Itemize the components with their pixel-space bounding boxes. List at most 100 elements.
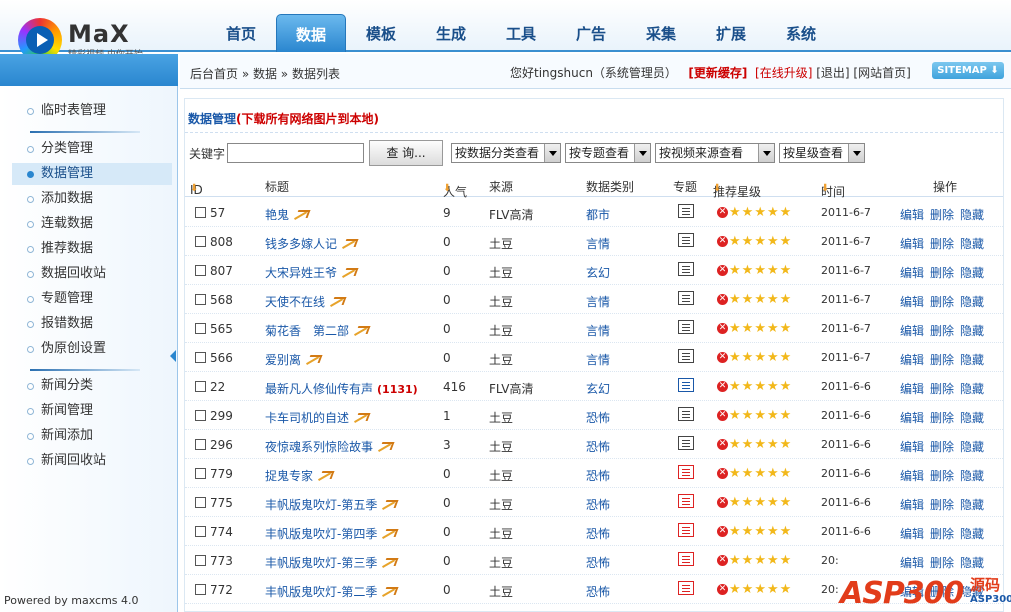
clear-stars-icon[interactable]: ✕: [717, 526, 728, 537]
row-category[interactable]: 言情: [586, 293, 610, 310]
clear-stars-icon[interactable]: ✕: [717, 323, 728, 334]
star-icon[interactable]: ★: [754, 235, 766, 248]
delete-link[interactable]: 删除: [930, 498, 954, 512]
star-icon[interactable]: ★: [780, 409, 792, 422]
star-icon[interactable]: ★: [742, 438, 754, 451]
delete-link[interactable]: 删除: [930, 527, 954, 541]
star-icon[interactable]: ★: [742, 409, 754, 422]
nav-tab-0[interactable]: 首页: [206, 14, 276, 52]
clear-stars-icon[interactable]: ✕: [717, 236, 728, 247]
sidebar-item[interactable]: 伪原创设置: [12, 338, 172, 360]
star-icon[interactable]: ★: [742, 206, 754, 219]
star-icon[interactable]: ★: [780, 554, 792, 567]
hide-link[interactable]: 隐藏: [960, 208, 984, 222]
edit-link[interactable]: 编辑: [900, 382, 924, 396]
star-icon[interactable]: ★: [780, 496, 792, 509]
collapse-sidebar-icon[interactable]: [170, 350, 176, 362]
star-icon[interactable]: ★: [742, 264, 754, 277]
nav-tab-6[interactable]: 采集: [626, 14, 696, 52]
row-title[interactable]: 菊花香 第二部: [265, 322, 369, 339]
star-icon[interactable]: ★: [780, 264, 792, 277]
star-icon[interactable]: ★: [754, 351, 766, 364]
sidebar-item[interactable]: 分类管理: [12, 138, 172, 160]
delete-link[interactable]: 删除: [930, 208, 954, 222]
sidebar-item[interactable]: 临时表管理: [12, 100, 172, 122]
star-icon[interactable]: ★: [767, 525, 779, 538]
topic-filter-select[interactable]: 按专题查看: [565, 143, 651, 163]
source-filter-select[interactable]: 按视频来源查看: [655, 143, 775, 163]
row-category[interactable]: 言情: [586, 322, 610, 339]
clear-stars-icon[interactable]: ✕: [717, 410, 728, 421]
star-icon[interactable]: ★: [754, 206, 766, 219]
row-category[interactable]: 玄幻: [586, 264, 610, 281]
star-icon[interactable]: ★: [729, 322, 741, 335]
star-icon[interactable]: ★: [742, 496, 754, 509]
topic-icon[interactable]: [678, 407, 694, 421]
star-icon[interactable]: ★: [742, 322, 754, 335]
download-images-link[interactable]: (下载所有网络图片到本地): [236, 112, 379, 126]
star-icon[interactable]: ★: [729, 438, 741, 451]
update-cache-link[interactable]: [更新缓存]: [688, 66, 747, 80]
clear-stars-icon[interactable]: ✕: [717, 555, 728, 566]
clear-stars-icon[interactable]: ✕: [717, 294, 728, 305]
clear-stars-icon[interactable]: ✕: [717, 352, 728, 363]
online-upgrade-link[interactable]: [在线升级]: [755, 66, 812, 80]
clear-stars-icon[interactable]: ✕: [717, 468, 728, 479]
star-icon[interactable]: ★: [767, 235, 779, 248]
row-category[interactable]: 恐怖: [586, 554, 610, 571]
delete-link[interactable]: 删除: [930, 411, 954, 425]
nav-tab-4[interactable]: 工具: [486, 14, 556, 52]
row-title[interactable]: 爱别离: [265, 351, 321, 368]
sidebar-item[interactable]: 新闻分类: [12, 375, 172, 397]
clear-stars-icon[interactable]: ✕: [717, 207, 728, 218]
row-title[interactable]: 大宋异姓王爷: [265, 264, 357, 281]
row-category[interactable]: 恐怖: [586, 438, 610, 455]
clear-stars-icon[interactable]: ✕: [717, 497, 728, 508]
star-icon[interactable]: ★: [767, 206, 779, 219]
topic-icon[interactable]: [678, 262, 694, 276]
row-category[interactable]: 都市: [586, 206, 610, 223]
star-icon[interactable]: ★: [767, 264, 779, 277]
star-icon[interactable]: ★: [729, 235, 741, 248]
row-category[interactable]: 恐怖: [586, 467, 610, 484]
star-icon[interactable]: ★: [742, 467, 754, 480]
sidebar-item[interactable]: 数据回收站: [12, 263, 172, 285]
delete-link[interactable]: 删除: [930, 237, 954, 251]
star-icon[interactable]: ★: [754, 554, 766, 567]
hide-link[interactable]: 隐藏: [960, 498, 984, 512]
star-icon[interactable]: ★: [767, 293, 779, 306]
star-icon[interactable]: ★: [767, 409, 779, 422]
star-icon[interactable]: ★: [729, 380, 741, 393]
row-checkbox[interactable]: [195, 439, 206, 450]
row-category[interactable]: 恐怖: [586, 583, 610, 600]
nav-tab-8[interactable]: 系统: [766, 14, 836, 52]
keyword-input[interactable]: [227, 143, 364, 163]
star-icon[interactable]: ★: [767, 496, 779, 509]
row-category[interactable]: 恐怖: [586, 409, 610, 426]
star-icon[interactable]: ★: [742, 554, 754, 567]
row-category[interactable]: 言情: [586, 351, 610, 368]
nav-tab-5[interactable]: 广告: [556, 14, 626, 52]
row-checkbox[interactable]: [195, 584, 206, 595]
star-icon[interactable]: ★: [767, 322, 779, 335]
hide-link[interactable]: 隐藏: [960, 324, 984, 338]
star-icon[interactable]: ★: [754, 264, 766, 277]
star-icon[interactable]: ★: [780, 293, 792, 306]
hide-link[interactable]: 隐藏: [960, 440, 984, 454]
star-icon[interactable]: ★: [767, 583, 779, 596]
hide-link[interactable]: 隐藏: [960, 411, 984, 425]
edit-link[interactable]: 编辑: [900, 469, 924, 483]
row-title[interactable]: 天使不在线: [265, 293, 345, 310]
nav-tab-3[interactable]: 生成: [416, 14, 486, 52]
row-title[interactable]: 钱多多嫁人记: [265, 235, 357, 252]
star-icon[interactable]: ★: [754, 525, 766, 538]
star-icon[interactable]: ★: [780, 380, 792, 393]
hide-link[interactable]: 隐藏: [960, 527, 984, 541]
star-icon[interactable]: ★: [729, 351, 741, 364]
row-checkbox[interactable]: [195, 555, 206, 566]
delete-link[interactable]: 删除: [930, 295, 954, 309]
row-category[interactable]: 恐怖: [586, 496, 610, 513]
hide-link[interactable]: 隐藏: [960, 295, 984, 309]
row-title[interactable]: 卡车司机的自述: [265, 409, 369, 426]
sidebar-item[interactable]: 推荐数据: [12, 238, 172, 260]
